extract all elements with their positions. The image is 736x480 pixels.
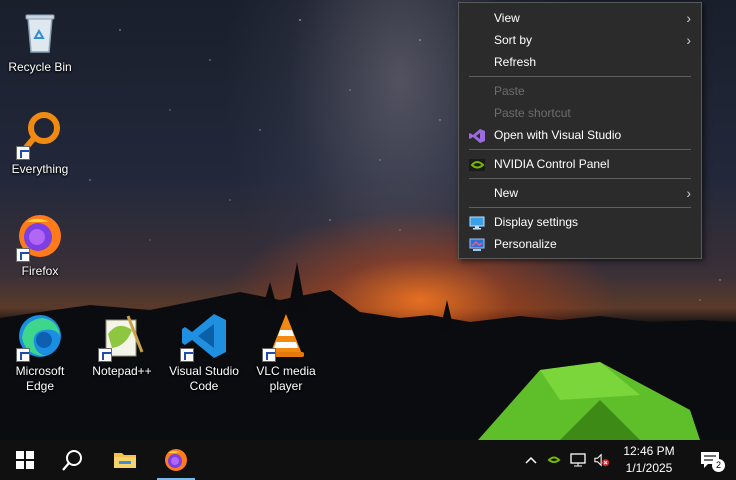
desktop-icon-label: VLC media player <box>256 364 316 393</box>
menu-item-display-settings[interactable]: Display settings <box>459 211 701 233</box>
shortcut-arrow-icon <box>16 348 30 362</box>
desktop-icon-label: Recycle Bin <box>8 60 72 74</box>
desktop-icon-firefox[interactable]: Firefox <box>1 212 79 279</box>
taskbar-clock[interactable]: 12:46 PM 1/1/2025 <box>616 443 682 477</box>
volume-muted-icon[interactable] <box>594 452 610 468</box>
desktop-icon-edge[interactable]: Microsoft Edge <box>1 312 79 394</box>
visual-studio-icon <box>469 128 485 143</box>
desktop-icon-recycle-bin[interactable]: Recycle Bin <box>1 8 79 75</box>
recycle-bin-icon <box>16 8 64 56</box>
menu-item-label: Sort by <box>494 33 533 47</box>
notification-count-badge: 2 <box>712 459 725 472</box>
vscode-icon <box>180 312 228 362</box>
file-explorer-button[interactable] <box>102 440 148 480</box>
everything-search-icon <box>16 110 64 160</box>
menu-item-open-with-visual-studio[interactable]: Open with Visual Studio <box>459 124 701 146</box>
nvidia-icon <box>469 157 485 171</box>
clock-time: 12:46 PM <box>623 444 675 458</box>
desktop-icon-label: Firefox <box>21 264 59 278</box>
menu-item-label: NVIDIA Control Panel <box>494 157 610 171</box>
edge-icon <box>16 312 64 362</box>
personalize-icon <box>469 237 485 251</box>
desktop-icon-label: Microsoft Edge <box>15 364 65 393</box>
menu-separator <box>469 149 691 150</box>
menu-item-label: New <box>494 186 519 200</box>
submenu-arrow-icon: › <box>686 10 691 26</box>
menu-item-nvidia-control-panel[interactable]: NVIDIA Control Panel <box>459 153 701 175</box>
menu-separator <box>469 76 691 77</box>
menu-item-label: Display settings <box>494 215 579 229</box>
desktop-icon-label: Everything <box>11 162 69 176</box>
menu-item-label: Open with Visual Studio <box>494 128 622 142</box>
start-button[interactable] <box>2 440 48 480</box>
submenu-arrow-icon: › <box>686 185 691 201</box>
firefox-icon <box>165 449 187 471</box>
menu-item-label: Paste shortcut <box>494 106 571 120</box>
search-icon <box>62 450 82 471</box>
show-hidden-icons-chevron-icon[interactable] <box>523 452 539 468</box>
desktop-icon-notepad-plus-plus[interactable]: Notepad++ <box>83 312 161 379</box>
menu-item-new[interactable]: New › <box>459 182 701 204</box>
display-settings-icon <box>469 215 485 230</box>
desktop-icon-everything[interactable]: Everything <box>1 110 79 177</box>
vlc-icon <box>262 312 310 362</box>
taskbar: 12:46 PM 1/1/2025 2 <box>0 440 736 480</box>
menu-item-view[interactable]: View › <box>459 7 701 29</box>
menu-separator <box>469 178 691 179</box>
submenu-arrow-icon: › <box>686 32 691 48</box>
firefox-icon <box>16 212 64 262</box>
menu-item-label: View <box>494 11 520 25</box>
menu-item-personalize[interactable]: Personalize <box>459 233 701 255</box>
desktop-icon-vscode[interactable]: Visual Studio Code <box>165 312 243 394</box>
shortcut-arrow-icon <box>16 146 30 160</box>
menu-item-label: Refresh <box>494 55 537 69</box>
menu-item-sort-by[interactable]: Sort by › <box>459 29 701 51</box>
menu-item-label: Paste <box>494 84 525 98</box>
shortcut-arrow-icon <box>16 248 30 262</box>
desktop-icon-label: Visual Studio Code <box>169 364 239 393</box>
desktop-icon-vlc[interactable]: VLC media player <box>247 312 325 394</box>
windows-logo-icon <box>16 451 34 469</box>
menu-item-paste-shortcut: Paste shortcut <box>459 102 701 124</box>
nvidia-tray-icon[interactable] <box>546 452 562 468</box>
desktop-context-menu: View › Sort by › Refresh Paste Paste sho… <box>458 2 702 259</box>
desktop-icon-label: Notepad++ <box>92 364 152 378</box>
network-icon[interactable] <box>570 452 586 468</box>
menu-separator <box>469 207 691 208</box>
action-center-button[interactable]: 2 <box>690 440 730 480</box>
shortcut-arrow-icon <box>262 348 276 362</box>
menu-item-label: Personalize <box>494 237 557 251</box>
menu-item-paste: Paste <box>459 80 701 102</box>
search-button[interactable] <box>50 440 96 480</box>
firefox-taskbar-button[interactable] <box>153 440 199 480</box>
shortcut-arrow-icon <box>98 348 112 362</box>
shortcut-arrow-icon <box>180 348 194 362</box>
notepad-plus-plus-icon <box>98 312 146 362</box>
menu-item-refresh[interactable]: Refresh <box>459 51 701 73</box>
clock-date: 1/1/2025 <box>625 461 673 475</box>
file-explorer-icon <box>114 453 136 468</box>
